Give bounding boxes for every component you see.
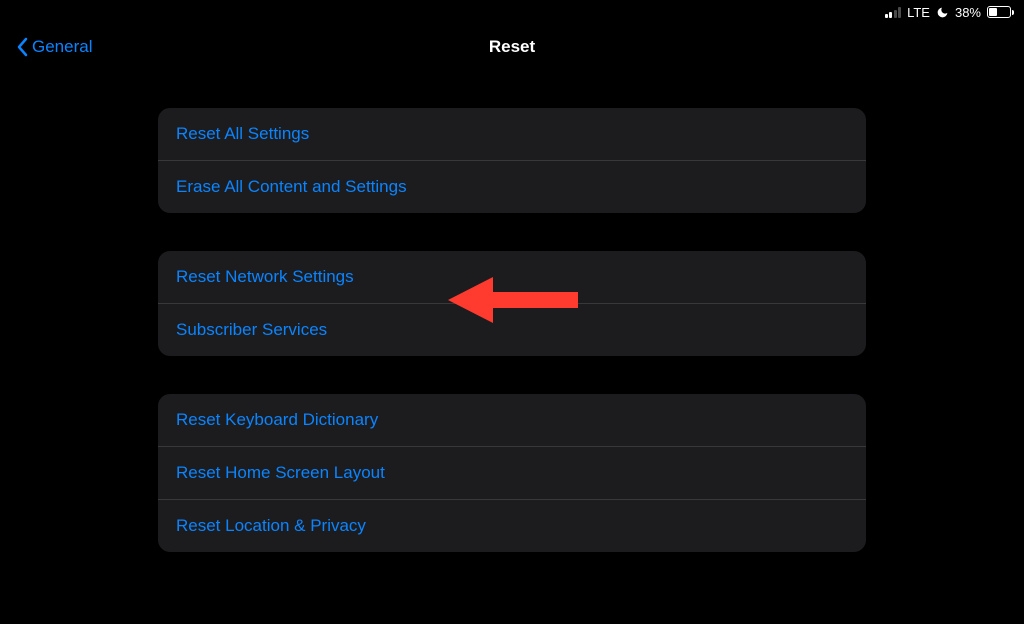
reset-home-screen-layout-row[interactable]: Reset Home Screen Layout: [158, 447, 866, 500]
battery-percent-label: 38%: [955, 5, 981, 20]
do-not-disturb-icon: [936, 6, 949, 19]
chevron-left-icon: [16, 37, 28, 57]
back-label: General: [32, 37, 92, 57]
reset-all-settings-row[interactable]: Reset All Settings: [158, 108, 866, 161]
network-label: LTE: [907, 5, 930, 20]
erase-all-content-row[interactable]: Erase All Content and Settings: [158, 161, 866, 213]
reset-keyboard-dictionary-row[interactable]: Reset Keyboard Dictionary: [158, 394, 866, 447]
settings-group-1: Reset All Settings Erase All Content and…: [158, 108, 866, 213]
status-bar: LTE 38%: [0, 0, 1024, 22]
signal-strength-icon: [885, 7, 902, 18]
settings-group-3: Reset Keyboard Dictionary Reset Home Scr…: [158, 394, 866, 552]
settings-group-2: Reset Network Settings Subscriber Servic…: [158, 251, 866, 356]
settings-content: Reset All Settings Erase All Content and…: [0, 72, 1024, 588]
reset-location-privacy-row[interactable]: Reset Location & Privacy: [158, 500, 866, 552]
battery-icon: [987, 6, 1014, 18]
page-title: Reset: [489, 37, 535, 57]
back-button[interactable]: General: [16, 37, 92, 57]
reset-network-settings-row[interactable]: Reset Network Settings: [158, 251, 866, 304]
subscriber-services-row[interactable]: Subscriber Services: [158, 304, 866, 356]
navigation-bar: General Reset: [0, 22, 1024, 72]
